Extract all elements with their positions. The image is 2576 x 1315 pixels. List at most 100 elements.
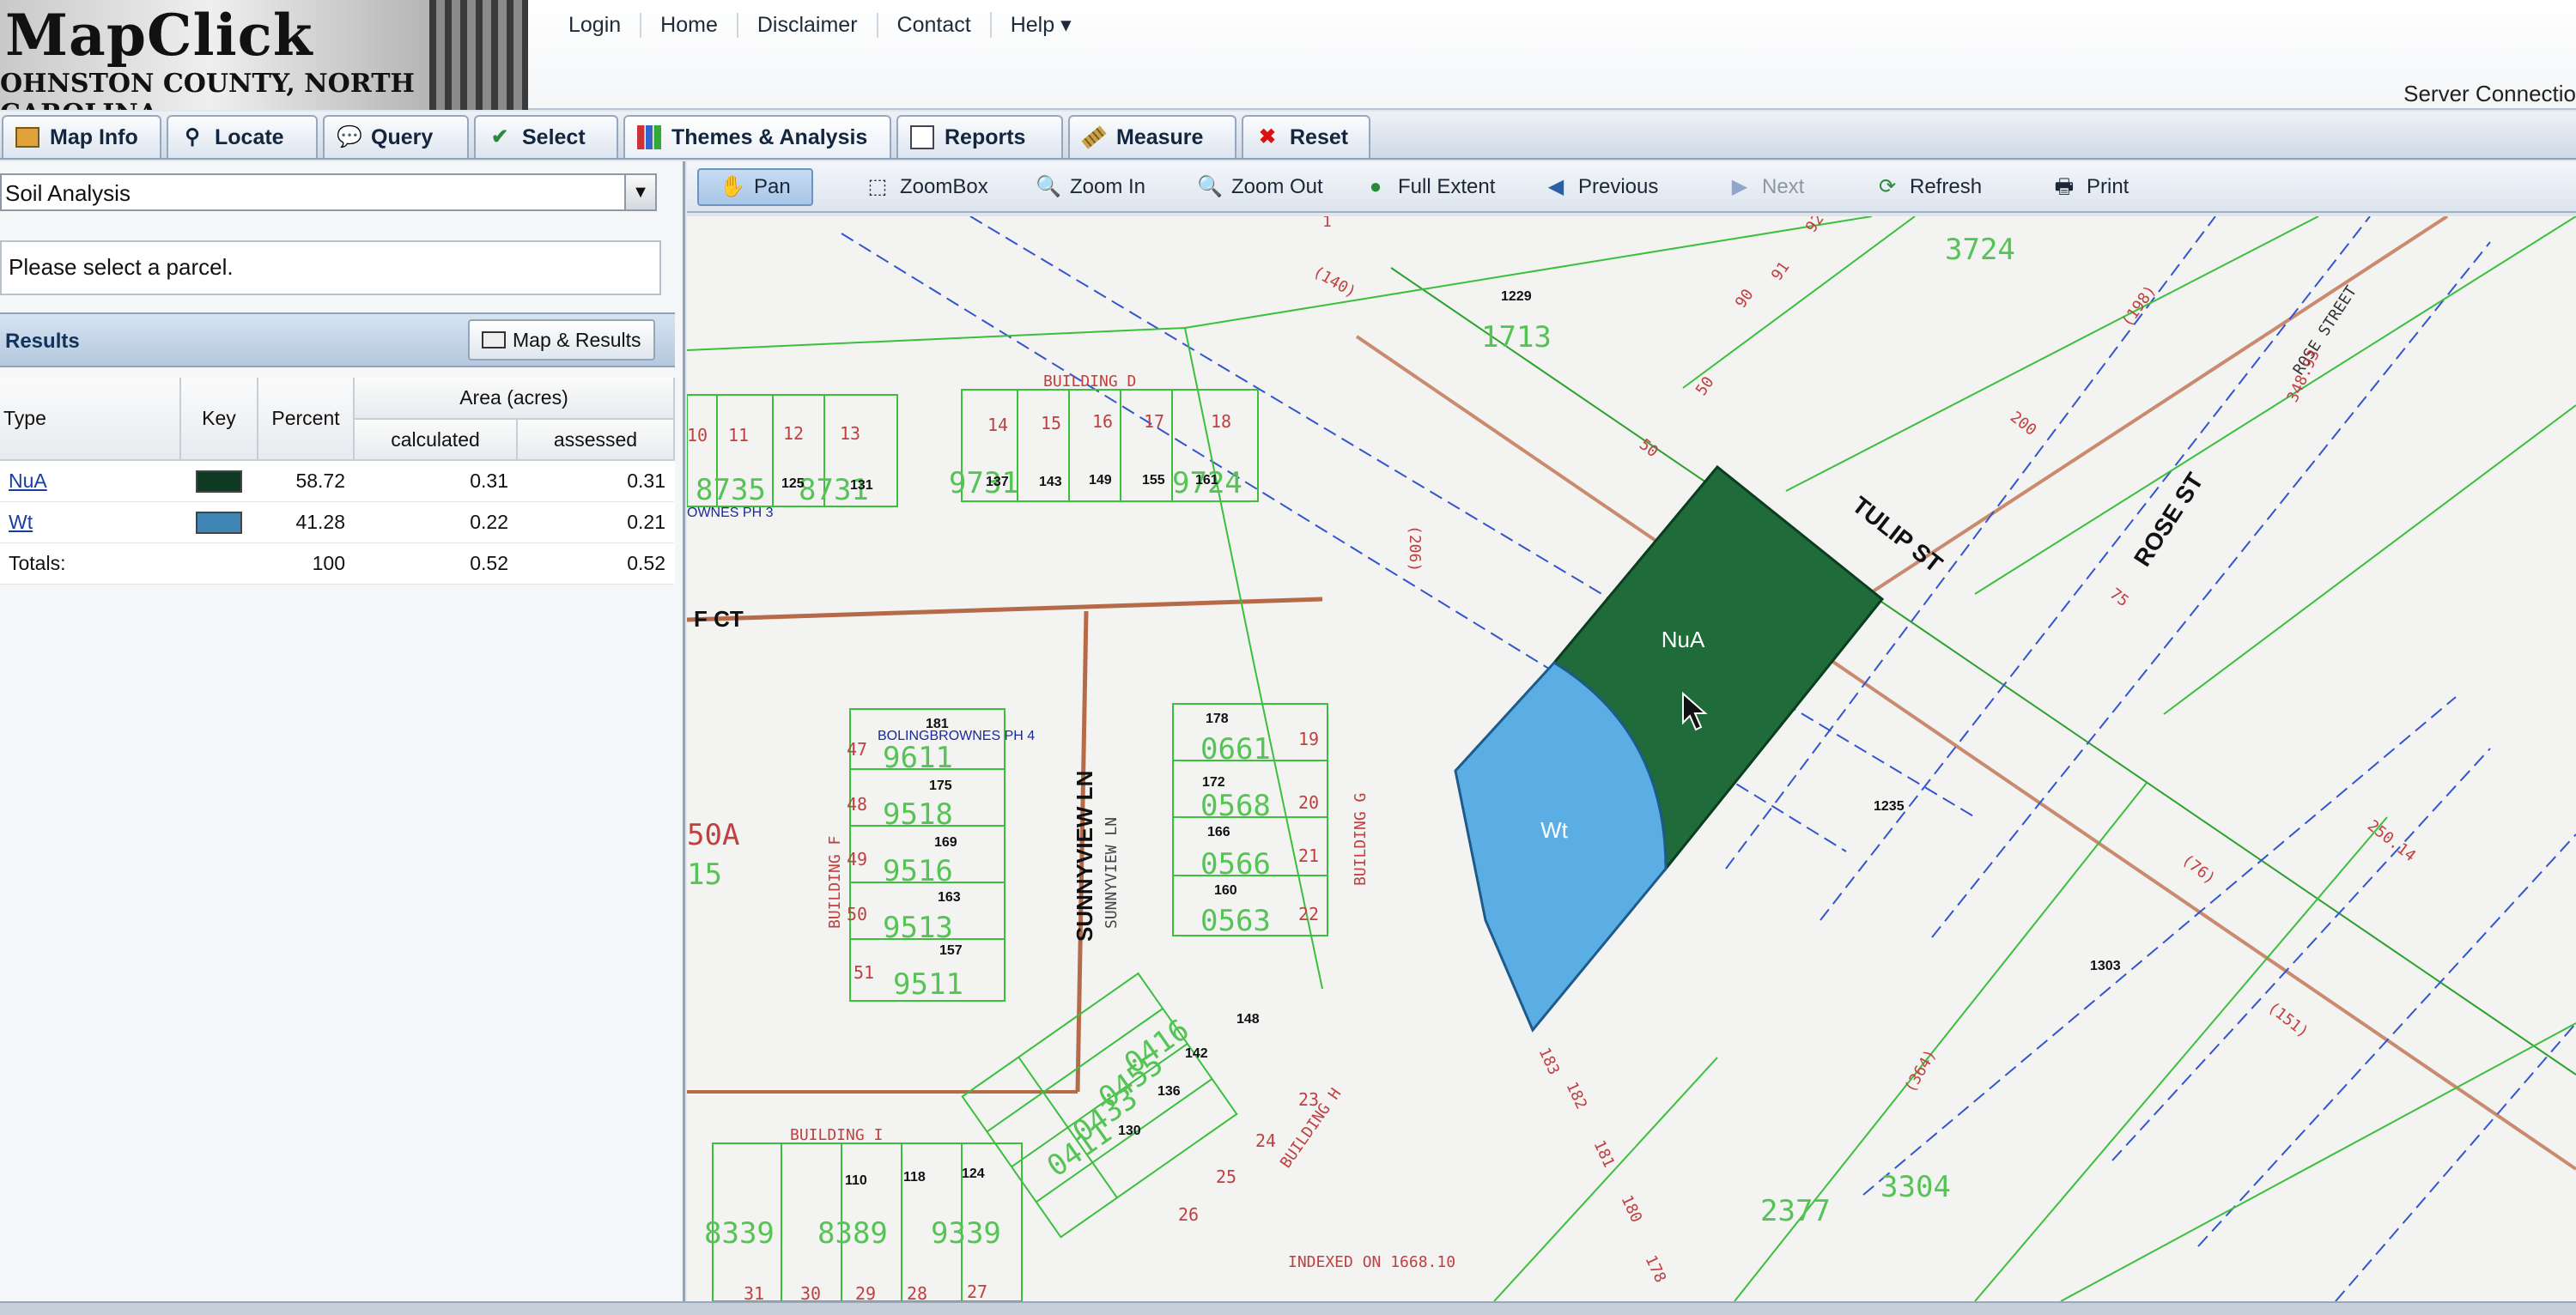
top-nav: Login Home Disclaimer Contact Help ▾ xyxy=(550,12,1091,38)
svg-text:9518: 9518 xyxy=(883,797,953,832)
svg-text:27: 27 xyxy=(967,1282,987,1301)
svg-text:BUILDING G: BUILDING G xyxy=(1352,793,1370,886)
chevron-down-icon[interactable]: ▼ xyxy=(624,175,655,209)
svg-text:131: 131 xyxy=(850,478,873,493)
svg-text:8389: 8389 xyxy=(817,1216,888,1251)
svg-text:1713: 1713 xyxy=(1481,320,1552,355)
svg-text:130: 130 xyxy=(1118,1124,1141,1138)
svg-text:161: 161 xyxy=(1195,473,1218,488)
nav-contact[interactable]: Contact xyxy=(876,12,990,38)
percent-cell: 41.28 xyxy=(258,501,354,543)
col-assessed: assessed xyxy=(517,419,675,461)
svg-text:(140): (140) xyxy=(1310,263,1359,301)
checkmark-icon: ✔ xyxy=(490,125,509,148)
zoom-out-tool[interactable]: 🔍 Zoom Out xyxy=(1197,168,1323,206)
street-label-sunnyview-small: SUNNYVIEW LN xyxy=(1103,817,1121,929)
svg-text:17: 17 xyxy=(1144,411,1164,432)
calculated-cell: 0.31 xyxy=(354,460,517,502)
tab-query[interactable]: 💬 Query xyxy=(323,115,469,158)
analysis-type-select[interactable]: Soil Analysis ▼ xyxy=(0,173,657,211)
zoom-out-icon: 🔍 xyxy=(1197,175,1223,198)
percent-cell: 58.72 xyxy=(258,460,354,502)
svg-text:21: 21 xyxy=(1298,845,1319,866)
svg-text:1229: 1229 xyxy=(1501,289,1532,304)
svg-text:BUILDING F: BUILDING F xyxy=(826,836,844,929)
tab-reset[interactable]: ✖ Reset xyxy=(1242,115,1370,158)
zoom-in-tool[interactable]: 🔍 Zoom In xyxy=(1036,168,1145,206)
svg-text:142: 142 xyxy=(1185,1046,1208,1061)
print-tool[interactable]: 🖶 Print xyxy=(2052,168,2129,206)
tab-reports[interactable]: Reports xyxy=(896,115,1063,158)
tab-measure[interactable]: Measure xyxy=(1068,115,1236,158)
svg-text:180: 180 xyxy=(1617,1192,1645,1225)
svg-text:16: 16 xyxy=(1092,411,1113,432)
svg-text:3304: 3304 xyxy=(1880,1170,1951,1204)
svg-text:163: 163 xyxy=(938,890,961,905)
mapclick-app: MapClick OHNSTON COUNTY, NORTH CAROLINA … xyxy=(0,0,2576,1315)
svg-text:75: 75 xyxy=(2106,585,2132,610)
svg-text:200: 200 xyxy=(2007,408,2040,439)
svg-text:181: 181 xyxy=(1589,1137,1618,1170)
svg-text:11: 11 xyxy=(728,425,749,445)
totals-label: Totals: xyxy=(0,542,180,585)
svg-text:9513: 9513 xyxy=(883,911,953,945)
svg-text:124: 124 xyxy=(962,1167,985,1181)
svg-text:51: 51 xyxy=(854,962,874,983)
svg-text:143: 143 xyxy=(1039,475,1062,489)
svg-text:8339: 8339 xyxy=(704,1216,775,1251)
pan-tool[interactable]: ✋ Pan xyxy=(697,168,813,206)
totals-assessed: 0.52 xyxy=(517,542,674,585)
nav-help[interactable]: Help ▾ xyxy=(989,12,1091,38)
svg-text:250.14: 250.14 xyxy=(2364,816,2419,865)
soil-link-nua[interactable]: NuA xyxy=(9,470,47,492)
tab-map-info[interactable]: Map Info xyxy=(2,115,161,158)
binoculars-icon: ⚲ xyxy=(185,125,200,148)
refresh-tool[interactable]: ⟳ Refresh xyxy=(1875,168,1982,206)
svg-text:BUILDING I: BUILDING I xyxy=(790,1126,883,1144)
mapclick-logo[interactable]: MapClick OHNSTON COUNTY, NORTH CAROLINA xyxy=(0,0,528,110)
svg-text:(198): (198) xyxy=(2118,282,2160,330)
nav-home[interactable]: Home xyxy=(640,12,737,38)
svg-text:31: 31 xyxy=(744,1283,764,1301)
svg-text:1235: 1235 xyxy=(1874,799,1905,814)
col-area: Area (acres) xyxy=(354,378,675,420)
map-canvas[interactable]: NuA Wt TULIP ST ROSE ST ROSE STREET SUNN… xyxy=(687,216,2576,1301)
svg-text:18: 18 xyxy=(1211,411,1231,432)
ruler-icon xyxy=(1081,125,1107,149)
col-type: Type xyxy=(0,378,181,461)
svg-text:148: 148 xyxy=(1236,1012,1260,1027)
svg-text:48: 48 xyxy=(847,794,867,815)
col-calculated: calculated xyxy=(354,419,518,461)
tab-themes-analysis[interactable]: Themes & Analysis xyxy=(623,115,891,158)
svg-text:166: 166 xyxy=(1207,825,1230,839)
svg-text:(364): (364) xyxy=(1901,1046,1940,1095)
svg-text:0566: 0566 xyxy=(1200,847,1271,882)
logo-subtitle: OHNSTON COUNTY, NORTH CAROLINA xyxy=(0,69,415,110)
svg-text:160: 160 xyxy=(1214,883,1237,898)
svg-text:29: 29 xyxy=(855,1283,876,1301)
totals-percent: 100 xyxy=(258,542,354,585)
soil-link-wt[interactable]: Wt xyxy=(9,511,33,533)
next-tool[interactable]: ▶ Next xyxy=(1728,168,1805,206)
svg-text:BUILDING D: BUILDING D xyxy=(1043,373,1136,391)
nav-login[interactable]: Login xyxy=(550,13,640,38)
tab-locate[interactable]: ⚲ Locate xyxy=(167,115,318,158)
f-ct-road xyxy=(687,597,1323,622)
svg-text:30: 30 xyxy=(800,1283,821,1301)
svg-text:24: 24 xyxy=(1255,1130,1276,1151)
nav-disclaimer[interactable]: Disclaimer xyxy=(736,12,877,38)
previous-tool[interactable]: ◀ Previous xyxy=(1544,168,1659,206)
svg-text:26: 26 xyxy=(1178,1204,1199,1225)
tab-select[interactable]: ✔ Select xyxy=(474,115,618,158)
svg-text:169: 169 xyxy=(934,835,957,850)
server-connection-status: Server Connectio xyxy=(2403,81,2576,106)
totals-calculated: 0.52 xyxy=(354,542,517,585)
zoombox-tool[interactable]: ⬚ ZoomBox xyxy=(866,168,988,206)
street-label-tulip: TULIP ST xyxy=(1847,491,1947,578)
parcel-map[interactable]: NuA Wt TULIP ST ROSE ST ROSE STREET SUNN… xyxy=(687,216,2576,1301)
full-extent-tool[interactable]: ● Full Extent xyxy=(1364,168,1496,206)
main-tabs: Map Info ⚲ Locate 💬 Query ✔ Select Theme… xyxy=(0,112,2576,160)
map-results-button[interactable]: Map & Results xyxy=(468,319,655,361)
arrow-right-icon: ▶ xyxy=(1731,175,1748,198)
soil-key-swatch xyxy=(196,470,242,494)
